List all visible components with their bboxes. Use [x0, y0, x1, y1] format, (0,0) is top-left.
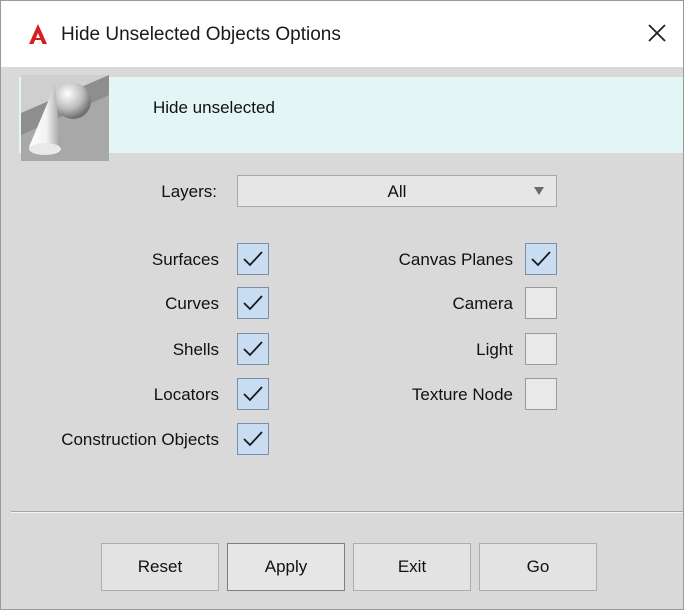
layers-dropdown[interactable]: All [237, 175, 557, 207]
footer-separator [11, 511, 683, 513]
exit-button[interactable]: Exit [353, 543, 471, 591]
header-title: Hide unselected [153, 98, 275, 117]
checkmark-icon [243, 341, 263, 357]
camera-label: Camera [452, 294, 513, 313]
title-bar[interactable]: Hide Unselected Objects Options [1, 1, 683, 67]
camera-checkbox[interactable] [525, 287, 557, 319]
layers-label: Layers: [161, 182, 217, 201]
header-band [19, 77, 683, 153]
checkmark-icon [243, 431, 263, 447]
window-title: Hide Unselected Objects Options [61, 24, 341, 45]
close-button[interactable] [639, 15, 675, 51]
checkmark-icon [243, 251, 263, 267]
light-label: Light [476, 340, 513, 359]
locators-checkbox[interactable] [237, 378, 269, 410]
chevron-down-icon [534, 187, 544, 195]
locators-label: Locators [153, 385, 219, 404]
go-button[interactable]: Go [479, 543, 597, 591]
curves-checkbox[interactable] [237, 287, 269, 319]
apply-button[interactable]: Apply [227, 543, 345, 591]
surfaces-checkbox[interactable] [237, 243, 269, 275]
shells-label: Shells [172, 340, 219, 359]
canvas-planes-checkbox[interactable] [525, 243, 557, 275]
shells-checkbox[interactable] [237, 333, 269, 365]
surfaces-label: Surfaces [151, 250, 219, 269]
texture-node-label: Texture Node [411, 385, 513, 404]
layers-dropdown-value: All [387, 182, 407, 201]
checkmark-icon [243, 295, 263, 311]
close-icon [648, 24, 666, 42]
construction-objects-checkbox[interactable] [237, 423, 269, 455]
dialog-window: Hide Unselected Objects Options Hide uns… [0, 0, 684, 610]
canvas-planes-label: Canvas Planes [398, 250, 513, 269]
curves-label: Curves [165, 294, 219, 313]
cone-sphere-icon [21, 75, 109, 161]
texture-node-checkbox[interactable] [525, 378, 557, 410]
construction-objects-label: Construction Objects [61, 430, 219, 449]
light-checkbox[interactable] [525, 333, 557, 365]
app-logo-icon [29, 24, 47, 44]
reset-button[interactable]: Reset [101, 543, 219, 591]
checkmark-icon [531, 251, 551, 267]
checkmark-icon [243, 386, 263, 402]
